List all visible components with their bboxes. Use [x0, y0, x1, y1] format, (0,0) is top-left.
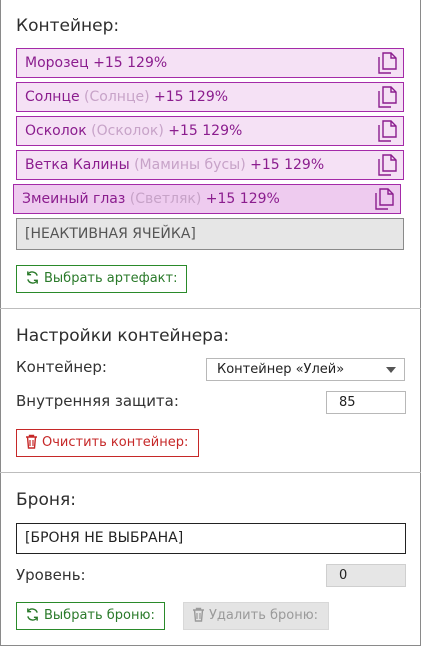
- document-copy-icon[interactable]: [377, 52, 397, 74]
- slot-name: Морозец: [25, 55, 89, 71]
- slot-name: Ветка Калины: [25, 157, 130, 173]
- protection-label: Внутренняя защита:: [16, 392, 179, 410]
- level-input: 0: [326, 564, 406, 587]
- slot-bonus: +15 129%: [168, 123, 243, 139]
- slot-bonus: +15 129%: [250, 157, 325, 173]
- slot-alt: (Светляк): [129, 191, 202, 207]
- armor-field[interactable]: [БРОНЯ НЕ ВЫБРАНА]: [16, 523, 406, 554]
- refresh-icon: [27, 607, 38, 621]
- choose-artifact-button[interactable]: Выбрать артефакт:: [16, 265, 188, 293]
- slot-bonus: +15 129%: [205, 191, 280, 207]
- container-type-value: Контейнер «Улей»: [217, 362, 345, 377]
- section-divider: [0, 308, 421, 309]
- slot-bonus: +15 129%: [154, 89, 229, 105]
- artifact-slot-3[interactable]: Осколок (Осколок) +15 129%: [16, 116, 404, 146]
- slot-alt: (Осколок): [91, 123, 164, 139]
- slot-bonus: +15 129%: [93, 55, 168, 71]
- artifact-slot-2[interactable]: Солнце (Солнце) +15 129%: [16, 82, 404, 112]
- protection-input[interactable]: 85: [326, 391, 406, 414]
- slot-alt: (Мамины бусы): [134, 157, 246, 173]
- choose-armor-label: Выбрать броню:: [44, 608, 155, 623]
- artifact-slot-4[interactable]: Ветка Калины (Мамины бусы) +15 129%: [16, 150, 404, 180]
- choose-armor-button[interactable]: Выбрать броню:: [16, 602, 165, 630]
- clear-container-label: Очистить контейнер:: [42, 435, 189, 450]
- slot-alt: (Солнце): [84, 89, 150, 105]
- container-type-label: Контейнер:: [16, 358, 107, 376]
- document-copy-icon[interactable]: [377, 120, 397, 142]
- inactive-slot: [НЕАКТИВНАЯ ЯЧЕЙКА]: [16, 218, 404, 250]
- document-copy-icon[interactable]: [377, 86, 397, 108]
- trash-icon: [193, 607, 204, 622]
- section-divider: [0, 472, 421, 473]
- slot-name: Змеиный глаз: [22, 191, 126, 207]
- refresh-icon: [27, 270, 38, 284]
- slot-name: Солнце: [25, 89, 80, 105]
- document-copy-icon[interactable]: [377, 154, 397, 176]
- settings-title: Настройки контейнера:: [16, 326, 230, 346]
- level-label: Уровень:: [16, 566, 86, 584]
- artifact-slot-1[interactable]: Морозец +15 129%: [16, 48, 404, 78]
- remove-armor-label: Удалить броню:: [209, 608, 319, 623]
- trash-icon: [26, 434, 37, 449]
- artifact-slot-5[interactable]: Змеиный глаз (Светляк) +15 129%: [13, 184, 401, 214]
- slot-name: Осколок: [25, 123, 87, 139]
- container-type-select[interactable]: Контейнер «Улей»: [206, 358, 405, 381]
- armor-title: Броня:: [16, 490, 76, 510]
- choose-artifact-label: Выбрать артефакт:: [44, 271, 178, 286]
- container-title: Контейнер:: [16, 16, 120, 36]
- clear-container-button[interactable]: Очистить контейнер:: [16, 429, 200, 457]
- document-copy-icon[interactable]: [374, 188, 394, 210]
- chevron-down-icon: [386, 367, 396, 373]
- remove-armor-button[interactable]: Удалить броню:: [183, 602, 330, 630]
